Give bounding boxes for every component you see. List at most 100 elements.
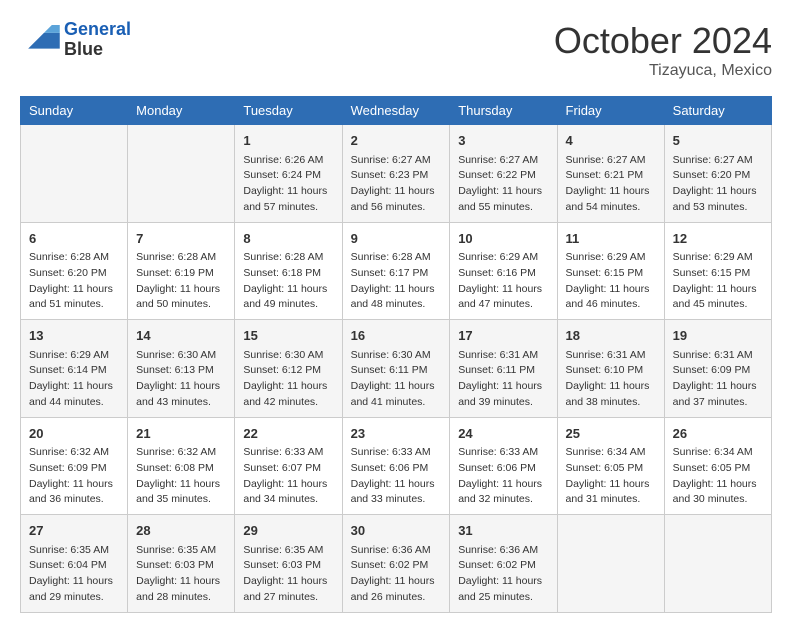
cell-info: Sunrise: 6:34 AM	[566, 445, 656, 461]
day-number: 16	[351, 326, 442, 346]
cell-info: Sunset: 6:02 PM	[351, 558, 442, 574]
calendar-cell	[664, 515, 771, 613]
calendar-cell: 26Sunrise: 6:34 AMSunset: 6:05 PMDayligh…	[664, 417, 771, 515]
cell-info: Sunrise: 6:30 AM	[351, 348, 442, 364]
calendar-week-row: 1 Sunrise: 6:26 AMSunset: 6:24 PM Daylight…	[21, 125, 772, 223]
cell-info: Sunrise: 6:33 AM	[351, 445, 442, 461]
logo-text: General Blue	[64, 20, 131, 60]
logo-icon	[20, 25, 60, 55]
cell-info: Daylight: 11 hours and 49 minutes.	[243, 282, 333, 314]
cell-info: Sunrise: 6:28 AM	[351, 250, 442, 266]
cell-info: Sunset: 6:12 PM	[243, 363, 333, 379]
day-number: 31	[458, 521, 548, 541]
cell-info: Daylight: 11 hours and 47 minutes.	[458, 282, 548, 314]
cell-info: Sunrise: 6:35 AM	[29, 543, 119, 559]
cell-info: Sunrise: 6:29 AM	[29, 348, 119, 364]
day-number: 5	[673, 131, 763, 151]
weekday-header-row: SundayMondayTuesdayWednesdayThursdayFrid…	[21, 97, 772, 125]
calendar-cell: 23Sunrise: 6:33 AMSunset: 6:06 PMDayligh…	[342, 417, 450, 515]
weekday-header: Monday	[128, 97, 235, 125]
day-number: 1	[243, 131, 333, 151]
cell-info: Sunset: 6:17 PM	[351, 266, 442, 282]
title-block: October 2024 Tizayuca, Mexico	[554, 20, 772, 80]
cell-info: Sunset: 6:11 PM	[351, 363, 442, 379]
calendar-cell: 10Sunrise: 6:29 AMSunset: 6:16 PMDayligh…	[450, 222, 557, 320]
cell-info: Sunrise: 6:31 AM	[458, 348, 548, 364]
cell-info: Daylight: 11 hours and 56 minutes.	[351, 184, 442, 216]
calendar-cell: 29Sunrise: 6:35 AMSunset: 6:03 PMDayligh…	[235, 515, 342, 613]
day-number: 20	[29, 424, 119, 444]
weekday-header: Saturday	[664, 97, 771, 125]
cell-info: Sunrise: 6:36 AM	[351, 543, 442, 559]
cell-info: Sunset: 6:18 PM	[243, 266, 333, 282]
cell-info: Sunset: 6:14 PM	[29, 363, 119, 379]
calendar-table: SundayMondayTuesdayWednesdayThursdayFrid…	[20, 96, 772, 613]
cell-info: Sunset: 6:23 PM	[351, 168, 442, 184]
cell-info: Daylight: 11 hours and 51 minutes.	[29, 282, 119, 314]
cell-info: Daylight: 11 hours and 25 minutes.	[458, 574, 548, 606]
cell-info: Sunrise: 6:35 AM	[243, 543, 333, 559]
cell-info: Daylight: 11 hours and 38 minutes.	[566, 379, 656, 411]
cell-info: Sunrise: 6:30 AM	[136, 348, 226, 364]
calendar-cell: 16Sunrise: 6:30 AMSunset: 6:11 PMDayligh…	[342, 320, 450, 418]
cell-info: Sunset: 6:20 PM	[673, 168, 763, 184]
calendar-cell: 30Sunrise: 6:36 AMSunset: 6:02 PMDayligh…	[342, 515, 450, 613]
calendar-cell: 8Sunrise: 6:28 AMSunset: 6:18 PMDaylight…	[235, 222, 342, 320]
cell-info: Daylight: 11 hours and 32 minutes.	[458, 477, 548, 509]
cell-info: Sunrise: 6:26 AM	[243, 153, 333, 169]
cell-info: Sunset: 6:09 PM	[673, 363, 763, 379]
calendar-cell: 5 Sunrise: 6:27 AMSunset: 6:20 PMDaylight…	[664, 125, 771, 223]
cell-info: Sunrise: 6:32 AM	[136, 445, 226, 461]
cell-info: Sunrise: 6:27 AM	[566, 153, 656, 169]
day-number: 28	[136, 521, 226, 541]
cell-info: Sunrise: 6:28 AM	[243, 250, 333, 266]
cell-info: Sunset: 6:05 PM	[566, 461, 656, 477]
weekday-header: Thursday	[450, 97, 557, 125]
cell-info: Daylight: 11 hours and 48 minutes.	[351, 282, 442, 314]
cell-info: Sunrise: 6:31 AM	[566, 348, 656, 364]
cell-info: Daylight: 11 hours and 43 minutes.	[136, 379, 226, 411]
cell-info: Sunrise: 6:31 AM	[673, 348, 763, 364]
day-number: 6	[29, 229, 119, 249]
calendar-cell: 11Sunrise: 6:29 AMSunset: 6:15 PMDayligh…	[557, 222, 664, 320]
weekday-header: Friday	[557, 97, 664, 125]
calendar-cell: 14Sunrise: 6:30 AMSunset: 6:13 PMDayligh…	[128, 320, 235, 418]
month-title: October 2024	[554, 20, 772, 62]
cell-info: Sunset: 6:02 PM	[458, 558, 548, 574]
day-number: 17	[458, 326, 548, 346]
cell-info: Sunset: 6:16 PM	[458, 266, 548, 282]
logo: General Blue	[20, 20, 131, 60]
calendar-cell	[21, 125, 128, 223]
cell-info: Sunset: 6:15 PM	[566, 266, 656, 282]
day-number: 13	[29, 326, 119, 346]
cell-info: Sunrise: 6:35 AM	[136, 543, 226, 559]
cell-info: Sunset: 6:21 PM	[566, 168, 656, 184]
page-header: General Blue October 2024 Tizayuca, Mexi…	[20, 20, 772, 80]
cell-info: Sunset: 6:13 PM	[136, 363, 226, 379]
cell-info: Daylight: 11 hours and 36 minutes.	[29, 477, 119, 509]
day-number: 7	[136, 229, 226, 249]
cell-info: Daylight: 11 hours and 53 minutes.	[673, 184, 763, 216]
calendar-cell: 15Sunrise: 6:30 AMSunset: 6:12 PMDayligh…	[235, 320, 342, 418]
calendar-cell	[557, 515, 664, 613]
calendar-cell: 7Sunrise: 6:28 AMSunset: 6:19 PMDaylight…	[128, 222, 235, 320]
location: Tizayuca, Mexico	[554, 62, 772, 80]
cell-info: Sunset: 6:15 PM	[673, 266, 763, 282]
calendar-cell: 31Sunrise: 6:36 AMSunset: 6:02 PMDayligh…	[450, 515, 557, 613]
day-number: 2	[351, 131, 442, 151]
calendar-cell: 6Sunrise: 6:28 AMSunset: 6:20 PMDaylight…	[21, 222, 128, 320]
calendar-cell: 18Sunrise: 6:31 AMSunset: 6:10 PMDayligh…	[557, 320, 664, 418]
cell-info: Sunset: 6:24 PM	[243, 168, 333, 184]
day-number: 25	[566, 424, 656, 444]
weekday-header: Sunday	[21, 97, 128, 125]
cell-info: Sunrise: 6:27 AM	[351, 153, 442, 169]
cell-info: Sunrise: 6:27 AM	[673, 153, 763, 169]
calendar-cell: 3Sunrise: 6:27 AMSunset: 6:22 PMDaylight…	[450, 125, 557, 223]
cell-info: Sunrise: 6:27 AM	[458, 153, 548, 169]
weekday-header: Wednesday	[342, 97, 450, 125]
calendar-week-row: 20Sunrise: 6:32 AMSunset: 6:09 PMDayligh…	[21, 417, 772, 515]
calendar-cell: 21Sunrise: 6:32 AMSunset: 6:08 PMDayligh…	[128, 417, 235, 515]
calendar-cell: 24Sunrise: 6:33 AMSunset: 6:06 PMDayligh…	[450, 417, 557, 515]
cell-info: Daylight: 11 hours and 35 minutes.	[136, 477, 226, 509]
cell-info: Sunset: 6:07 PM	[243, 461, 333, 477]
